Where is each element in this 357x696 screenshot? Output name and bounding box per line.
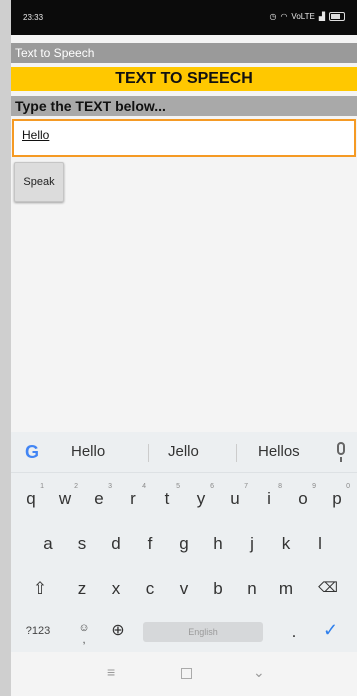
key-b[interactable]: b <box>207 579 229 599</box>
key-v[interactable]: v <box>173 579 195 599</box>
key-l[interactable]: l <box>309 534 331 554</box>
key-r[interactable]: r4 <box>122 483 146 509</box>
input-prompt-label: Type the TEXT below... <box>11 96 357 116</box>
soft-keyboard: G Hello Jello Hellos q1 w2 e3 r4 t5 y6 u… <box>11 432 357 652</box>
key-number: 5 <box>176 483 180 490</box>
key-label: u <box>230 489 240 508</box>
key-c[interactable]: c <box>139 579 161 599</box>
key-number: 8 <box>278 483 282 490</box>
suggestion-bar: G Hello Jello Hellos <box>11 432 357 473</box>
key-g[interactable]: g <box>173 534 195 554</box>
wifi-icon: ◠ <box>280 12 288 21</box>
key-y[interactable]: y6 <box>190 483 214 509</box>
suggestion-2[interactable]: Jello <box>168 443 199 460</box>
battery-icon <box>329 12 345 21</box>
key-number: 7 <box>244 483 248 490</box>
key-p[interactable]: p0 <box>326 483 350 509</box>
key-e[interactable]: e3 <box>88 483 112 509</box>
globe-icon[interactable]: ⊕ <box>107 620 129 640</box>
key-label: p <box>332 489 342 508</box>
key-comma[interactable]: ☺, <box>73 622 95 646</box>
menu-icon[interactable]: ≡ <box>107 664 115 680</box>
signal-icon: ▟ <box>318 12 325 21</box>
system-nav-bar: ≡ ⌄ <box>11 652 357 696</box>
status-bar: 23:33 ◷ ◠ VoLTE ▟ <box>11 0 357 35</box>
key-number: 6 <box>210 483 214 490</box>
key-number: 2 <box>74 483 78 490</box>
key-label: q <box>26 489 36 508</box>
shift-icon[interactable]: ⇧ <box>29 579 51 599</box>
key-label: i <box>267 489 271 508</box>
network-label: VoLTE <box>291 12 315 21</box>
key-label: o <box>298 489 308 508</box>
divider <box>148 444 149 462</box>
key-number: 9 <box>312 483 316 490</box>
key-label: e <box>94 489 104 508</box>
key-h[interactable]: h <box>207 534 229 554</box>
key-a[interactable]: a <box>37 534 59 554</box>
key-j[interactable]: j <box>241 534 263 554</box>
speak-button[interactable]: Speak <box>14 162 64 202</box>
home-square-icon[interactable] <box>181 668 192 679</box>
status-icons: ◷ ◠ VoLTE ▟ <box>269 12 345 21</box>
page-title: TEXT TO SPEECH <box>11 67 357 91</box>
key-q[interactable]: q1 <box>20 483 44 509</box>
key-label: y <box>196 489 206 508</box>
backspace-icon[interactable]: ⌫ <box>317 579 339 596</box>
key-number: 3 <box>108 483 112 490</box>
key-k[interactable]: k <box>275 534 297 554</box>
key-s[interactable]: s <box>71 534 93 554</box>
key-n[interactable]: n <box>241 579 263 599</box>
key-number: 4 <box>142 483 146 490</box>
back-chevron-icon[interactable]: ⌄ <box>253 664 265 681</box>
divider <box>236 444 237 462</box>
key-m[interactable]: m <box>275 579 297 599</box>
emoji-icon: ☺ <box>78 622 90 634</box>
alarm-icon: ◷ <box>269 12 277 21</box>
key-number: 0 <box>346 483 350 490</box>
key-d[interactable]: d <box>105 534 127 554</box>
key-o[interactable]: o9 <box>292 483 316 509</box>
mic-icon[interactable] <box>337 442 345 462</box>
key-f[interactable]: f <box>139 534 161 554</box>
comma-label: , <box>82 634 86 646</box>
app-bar-title: Text to Speech <box>11 43 357 63</box>
symbols-key[interactable]: ?123 <box>23 625 53 637</box>
suggestion-1[interactable]: Hello <box>71 443 105 460</box>
key-x[interactable]: x <box>105 579 127 599</box>
key-label: r <box>130 489 136 508</box>
key-u[interactable]: u7 <box>224 483 248 509</box>
key-w[interactable]: w2 <box>54 483 78 509</box>
key-z[interactable]: z <box>71 579 93 599</box>
key-number: 1 <box>40 483 44 490</box>
key-period[interactable]: . <box>283 622 305 642</box>
space-key[interactable]: English <box>143 622 263 642</box>
google-icon[interactable]: G <box>25 442 39 463</box>
status-time: 23:33 <box>23 13 44 22</box>
key-i[interactable]: i8 <box>258 483 282 509</box>
text-input-value: Hello <box>22 128 50 142</box>
suggestion-3[interactable]: Hellos <box>258 443 300 460</box>
key-label: w <box>58 489 72 508</box>
phone-screen: 23:33 ◷ ◠ VoLTE ▟ Text to Speech TEXT TO… <box>11 0 357 696</box>
key-t[interactable]: t5 <box>156 483 180 509</box>
key-label: t <box>164 489 170 508</box>
enter-check-icon[interactable]: ✓ <box>323 620 338 641</box>
text-input[interactable]: Hello <box>12 119 356 157</box>
